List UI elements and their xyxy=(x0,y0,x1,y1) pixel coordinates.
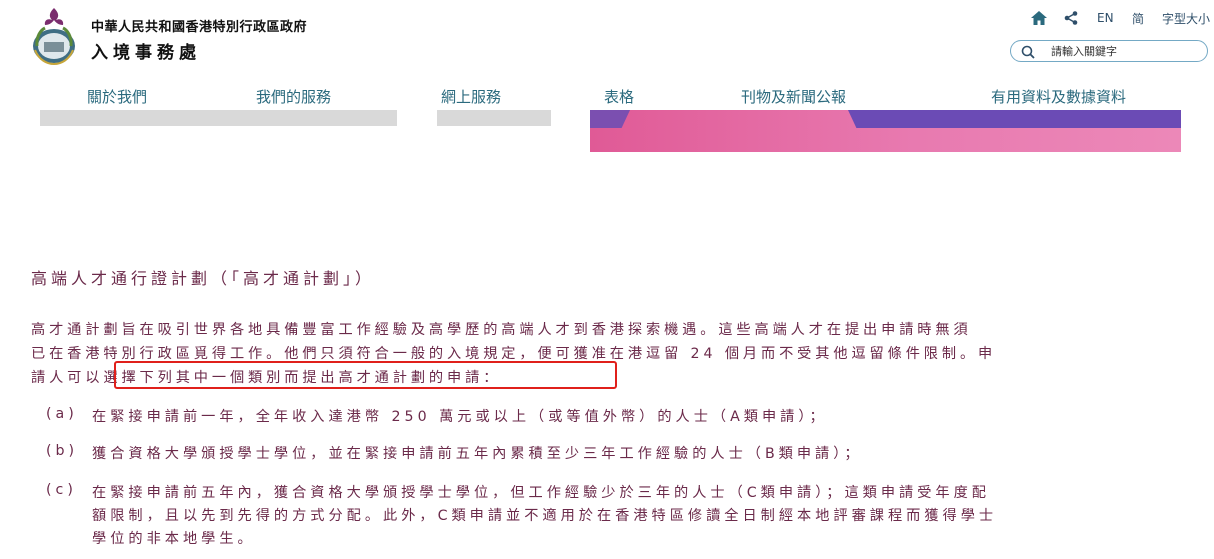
dropdown-panel xyxy=(437,110,551,126)
department-name[interactable]: 入境事務處 xyxy=(91,38,201,63)
government-name: 中華人民共和國香港特別行政區政府 xyxy=(91,20,308,35)
list-item-c: 額限制，且以先到先得的方式分配。此外，C類申請並不適用於在香港特區修讀全日制經本… xyxy=(92,508,998,524)
highlight-box xyxy=(114,361,617,389)
search-icon[interactable] xyxy=(1021,44,1035,59)
emblem-icon[interactable] xyxy=(29,6,79,66)
intro-paragraph-line: 高才通計劃旨在吸引世界各地具備豐富工作經驗及高學歷的高端人才到香港探索機遇。這些… xyxy=(31,322,972,338)
nav-item-eservices[interactable]: 網上服務 xyxy=(441,86,501,107)
page-title: 高端人才通行證計劃（「高才通計劃」） xyxy=(31,269,376,288)
intro-paragraph-line: 已在香港特別行政區覓得工作。他們只須符合一般的入境規定，便可獲准在港逗留 24 … xyxy=(31,346,997,362)
list-marker: (c) xyxy=(46,482,77,498)
list-item-b: 獲合資格大學頒授學士學位，並在緊接申請前五年內累積至少三年工作經驗的人士（B類申… xyxy=(92,446,863,462)
dropdown-panel xyxy=(40,110,397,126)
search-input[interactable] xyxy=(1051,43,1201,59)
nav-item-about[interactable]: 關於我們 xyxy=(87,86,147,107)
list-item-c: 在緊接申請前五年內，獲合資格大學頒授學士學位，但工作經驗少於三年的人士（C類申請… xyxy=(92,485,990,501)
site-header: 中華人民共和國香港特別行政區政府 入境事務處 EN 简 字型大小 xyxy=(0,0,1214,80)
list-item-a: 在緊接申請前一年，全年收入達港幣 250 萬元或以上（或等值外幣）的人士（A類申… xyxy=(92,409,828,425)
promo-banner[interactable] xyxy=(590,110,1181,152)
nav-item-publications[interactable]: 刊物及新聞公報 xyxy=(741,86,846,107)
list-marker: (a) xyxy=(46,406,78,422)
intro-text: 請人可以 xyxy=(31,370,104,386)
font-size-link[interactable]: 字型大小 xyxy=(1162,8,1210,28)
banner-shape xyxy=(848,110,1181,128)
nav-item-services[interactable]: 我們的服務 xyxy=(256,86,331,107)
home-icon[interactable] xyxy=(1031,8,1051,28)
nav-item-useful-info[interactable]: 有用資料及數據資料 xyxy=(991,86,1126,107)
share-icon[interactable] xyxy=(1064,8,1080,28)
lang-sc-link[interactable]: 简 xyxy=(1132,8,1144,28)
banner-shape xyxy=(590,110,630,128)
search-box[interactable] xyxy=(1010,40,1208,62)
list-marker: (b) xyxy=(46,443,79,459)
lang-en-link[interactable]: EN xyxy=(1097,8,1114,28)
list-item-c: 學位的非本地學生。 xyxy=(92,531,256,547)
nav-item-forms[interactable]: 表格 xyxy=(604,86,634,107)
